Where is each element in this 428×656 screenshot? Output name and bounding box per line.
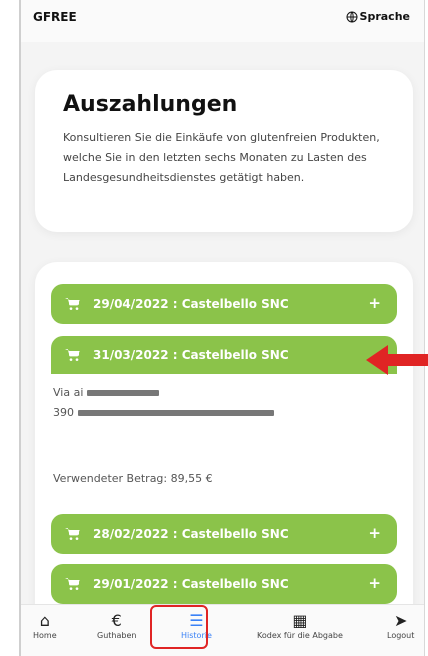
nav-kodex[interactable]: ▦ Kodex für die Abgabe [257,611,343,640]
language-selector[interactable]: Sprache [346,10,410,23]
purchases-list: 29/04/2022 : Castelbello SNC + 31/03/202… [35,262,413,622]
language-label: Sprache [359,10,410,23]
purchase-item[interactable]: 29/01/2022 : Castelbello SNC + [51,564,397,604]
redacted-text [86,390,159,396]
phone-screen: GFREE Sprache Auszahlungen Konsultieren … [19,0,425,656]
nav-guthaben[interactable]: € Guthaben [97,611,136,640]
purchase-item[interactable]: 28/02/2022 : Castelbello SNC + [51,514,397,554]
bottom-navigation: ⌂ Home € Guthaben ☰ Historie ▦ Kodex für… [21,604,424,656]
nav-logout[interactable]: ➤ Logout [387,611,414,640]
cart-icon [65,578,80,590]
expand-icon[interactable]: + [368,294,381,312]
expand-icon[interactable]: + [368,524,381,542]
top-bar: GFREE Sprache [21,0,424,42]
purchase-detail: Via ai 390 Verwendeter Betrag: 89,55 € [51,378,397,498]
globe-icon [346,11,358,22]
nav-home[interactable]: ⌂ Home [33,611,57,640]
annotation-highlight-box [150,605,208,649]
redacted-text [77,410,274,416]
address-line: Via ai [53,386,159,399]
home-icon: ⌂ [39,611,50,630]
intro-card: Auszahlungen Konsultieren Sie die Einkäu… [35,70,413,232]
purchase-item-expanded[interactable]: 31/03/2022 : Castelbello SNC [51,336,397,374]
app-brand: GFREE [33,10,77,24]
amount-used: Verwendeter Betrag: 89,55 € [53,472,213,485]
page-title: Auszahlungen [63,92,238,117]
purchase-label: 29/04/2022 : Castelbello SNC [93,297,289,311]
intro-description: Konsultieren Sie die Einkäufe von gluten… [63,131,380,184]
purchase-label: 29/01/2022 : Castelbello SNC [93,577,289,591]
purchase-label: 31/03/2022 : Castelbello SNC [93,348,289,362]
cart-icon [65,528,80,540]
euro-icon: € [111,611,122,630]
qr-code-icon: ▦ [292,611,308,630]
purchase-label: 28/02/2022 : Castelbello SNC [93,527,289,541]
cart-icon [65,298,80,310]
logout-icon: ➤ [393,611,408,630]
cart-icon [65,349,80,361]
annotation-arrow-icon [366,345,428,375]
purchase-item[interactable]: 29/04/2022 : Castelbello SNC + [51,284,397,324]
expand-icon[interactable]: + [368,574,381,592]
postal-line: 390 [53,406,274,419]
